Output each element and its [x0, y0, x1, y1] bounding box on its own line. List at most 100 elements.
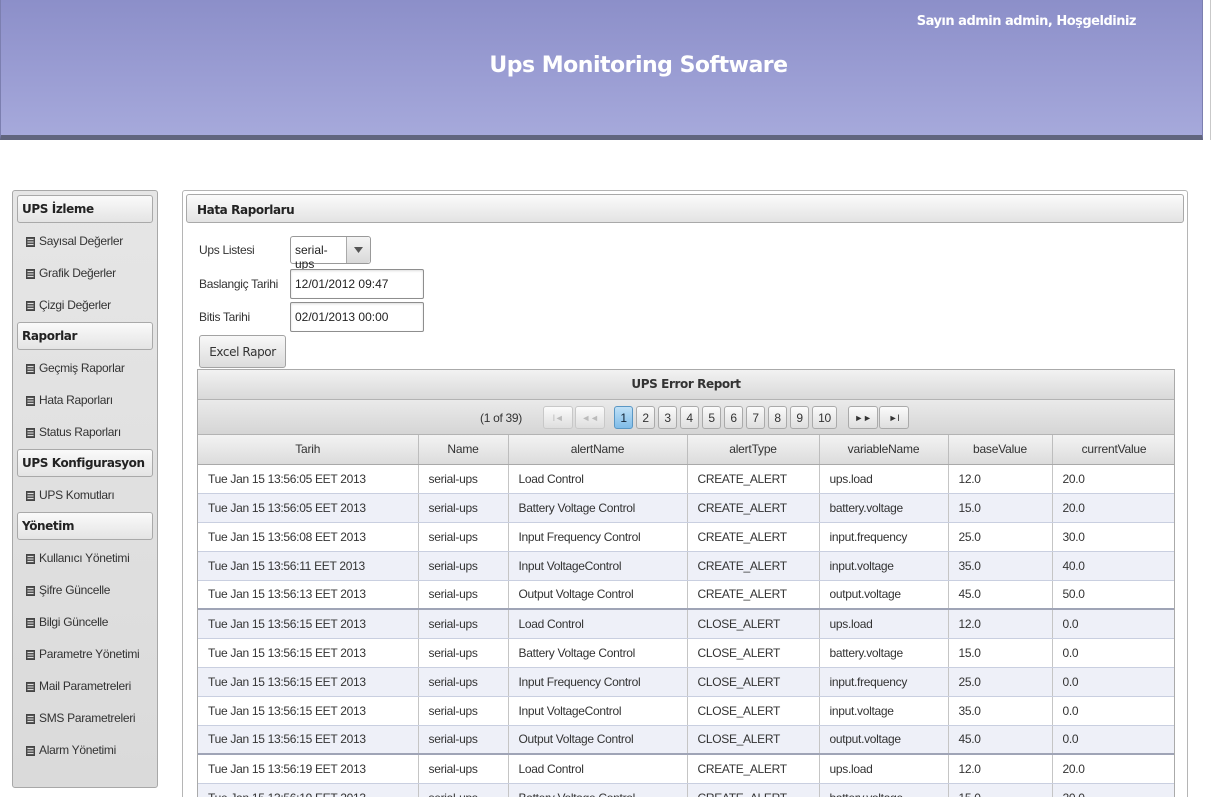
table-cell: input.voltage [819, 696, 949, 726]
table-row[interactable]: Tue Jan 15 13:56:15 EET 2013 serial-ups In… [198, 696, 1174, 726]
table-cell: 35.0 [948, 551, 1053, 581]
document-icon [26, 363, 35, 374]
sidebar-section-header[interactable]: UPS İzleme [17, 195, 153, 223]
sidebar-item[interactable]: Bilgi Güncelle [17, 607, 153, 639]
start-date-label: Baslangiç Tarihi [199, 277, 279, 291]
sidebar-item[interactable]: Şifre Güncelle [17, 575, 153, 607]
table-header-row: Tarih Name alertName alertType variableName b… [198, 435, 1174, 465]
table-cell: 45.0 [948, 725, 1053, 755]
table-cell: ups.load [819, 608, 949, 639]
sidebar-section-header[interactable]: Yönetim [17, 512, 153, 540]
table-cell: 20.0 [1052, 783, 1174, 797]
error-report-table: UPS Error Report (1 of 39) I◄ ◄◄ 1 2 3 4 5 6 7 8 9… [197, 369, 1175, 797]
table-cell: Tue Jan 15 13:56:05 EET 2013 [198, 464, 419, 494]
sidebar-item[interactable]: UPS Komutları [17, 480, 153, 512]
table-cell: CREATE_ALERT [687, 522, 820, 552]
table-cell: Input VoltageControl [508, 696, 688, 726]
sidebar-item[interactable]: Hata Raporları [17, 385, 153, 417]
page-button[interactable]: 1 [614, 406, 633, 429]
table-cell: Battery Voltage Control [508, 638, 688, 668]
sidebar-item[interactable]: Alarm Yönetimi [17, 735, 153, 767]
right-divider [1210, 0, 1211, 140]
table-cell: 0.0 [1052, 667, 1174, 697]
table-cell: CLOSE_ALERT [687, 667, 820, 697]
start-date-row: Baslangiç Tarihi [199, 269, 424, 299]
column-header[interactable]: variableName [819, 435, 949, 465]
table-row[interactable]: Tue Jan 15 13:56:15 EET 2013 serial-ups Ba… [198, 638, 1174, 668]
table-cell: output.voltage [819, 725, 949, 755]
table-row[interactable]: Tue Jan 15 13:56:11 EET 2013 serial-ups In… [198, 551, 1174, 581]
sidebar-item-label: Şifre Güncelle [39, 583, 111, 597]
sidebar-section-header[interactable]: Raporlar [17, 322, 153, 350]
sidebar-item-label: Sayısal Değerler [39, 234, 123, 248]
page-button[interactable]: 3 [658, 406, 677, 429]
start-date-input[interactable] [290, 269, 424, 299]
page-button[interactable]: 4 [680, 406, 699, 429]
sidebar-section-header[interactable]: UPS Konfigurasyon [17, 449, 153, 477]
prev-page-button[interactable]: ◄◄ [575, 406, 605, 429]
table-cell: Load Control [508, 753, 688, 784]
page-button[interactable]: 10 [812, 406, 837, 429]
last-page-button[interactable]: ►I [879, 406, 909, 429]
table-row[interactable]: Tue Jan 15 13:56:08 EET 2013 serial-ups In… [198, 522, 1174, 552]
sidebar-item[interactable]: Grafik Değerler [17, 258, 153, 290]
table-row[interactable]: Tue Jan 15 13:56:15 EET 2013 serial-ups In… [198, 667, 1174, 697]
table-cell: Tue Jan 15 13:56:15 EET 2013 [198, 608, 419, 639]
table-row[interactable]: Tue Jan 15 13:56:19 EET 2013serial-upsBa… [198, 783, 1174, 797]
table-cell: Tue Jan 15 13:56:13 EET 2013 [198, 580, 419, 610]
table-cell: CLOSE_ALERT [687, 696, 820, 726]
excel-report-button[interactable]: Excel Rapor [199, 335, 286, 368]
table-cell: Output Voltage Control [508, 725, 688, 755]
table-row[interactable]: Tue Jan 15 13:56:19 EET 2013 serial-ups Lo… [198, 753, 1174, 784]
page-button[interactable]: 9 [790, 406, 809, 429]
table-cell: serial-ups [418, 608, 509, 639]
table-row[interactable]: Tue Jan 15 13:56:15 EET 2013 serial-ups Ou… [198, 725, 1174, 755]
document-icon [26, 713, 35, 724]
page-button[interactable]: 7 [746, 406, 765, 429]
page-button[interactable]: 5 [702, 406, 721, 429]
column-header[interactable]: alertType [687, 435, 820, 465]
sidebar-item[interactable]: Sayısal Değerler [17, 226, 153, 258]
end-date-input[interactable] [290, 302, 424, 332]
sidebar-item-label: SMS Parametreleri [39, 711, 136, 725]
column-header[interactable]: Tarih [198, 435, 419, 465]
sidebar-item[interactable]: SMS Parametreleri [17, 703, 153, 735]
ups-list-select[interactable]: serial-ups [290, 236, 371, 271]
table-cell: CLOSE_ALERT [687, 608, 820, 639]
table-row[interactable]: Tue Jan 15 13:56:13 EET 2013 serial-ups Ou… [198, 580, 1174, 610]
column-header[interactable]: alertName [508, 435, 688, 465]
sidebar-item[interactable]: Status Raporları [17, 417, 153, 449]
column-header[interactable]: baseValue [948, 435, 1053, 465]
table-cell: serial-ups [418, 551, 509, 581]
page-button[interactable]: 2 [636, 406, 655, 429]
page-button[interactable]: 6 [724, 406, 743, 429]
table-cell: serial-ups [418, 783, 509, 797]
table-row[interactable]: Tue Jan 15 13:56:15 EET 2013 serial-ups Lo… [198, 608, 1174, 639]
sidebar-item[interactable]: Mail Parametreleri [17, 671, 153, 703]
table-cell: Tue Jan 15 13:56:19 EET 2013 [198, 753, 419, 784]
table-cell: Load Control [508, 608, 688, 639]
end-date-row: Bitis Tarihi [199, 302, 424, 332]
column-header[interactable]: currentValue [1052, 435, 1174, 465]
sidebar-item[interactable]: Geçmiş Raporlar [17, 353, 153, 385]
ups-list-row: Ups Listesi serial-ups [199, 236, 371, 271]
chevron-down-icon[interactable] [346, 237, 370, 263]
sidebar-item-label: Mail Parametreleri [39, 679, 131, 693]
table-cell: ups.load [819, 753, 949, 784]
sidebar-item-label: Geçmiş Raporlar [39, 361, 125, 375]
document-icon [26, 490, 35, 501]
table-cell: 30.0 [1052, 522, 1174, 552]
sidebar-item[interactable]: Çizgi Değerler [17, 290, 153, 322]
column-header[interactable]: Name [418, 435, 509, 465]
table-cell: Tue Jan 15 13:56:15 EET 2013 [198, 696, 419, 726]
sidebar-item[interactable]: Kullanıcı Yönetimi [17, 543, 153, 575]
document-icon [26, 553, 35, 564]
next-page-button[interactable]: ►► [848, 406, 878, 429]
table-cell: input.frequency [819, 667, 949, 697]
page-button[interactable]: 8 [768, 406, 787, 429]
table-cell: CREATE_ALERT [687, 551, 820, 581]
table-row[interactable]: Tue Jan 15 13:56:05 EET 2013 serial-ups Lo… [198, 464, 1174, 494]
sidebar-item[interactable]: Parametre Yönetimi [17, 639, 153, 671]
table-row[interactable]: Tue Jan 15 13:56:05 EET 2013 serial-ups Ba… [198, 493, 1174, 523]
first-page-button[interactable]: I◄ [543, 406, 573, 429]
